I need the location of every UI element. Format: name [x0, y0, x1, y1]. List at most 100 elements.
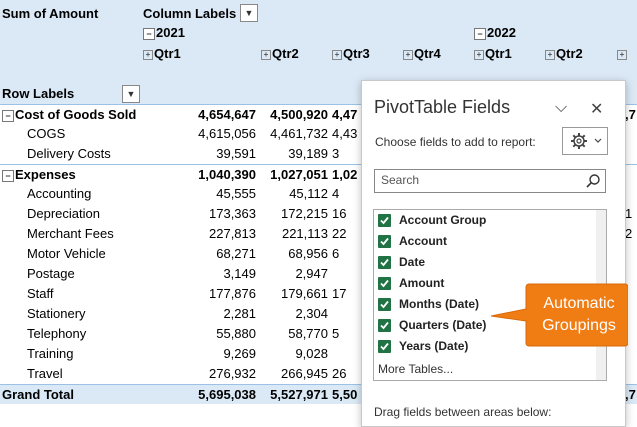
- pane-title: PivotTable Fields: [374, 97, 511, 117]
- collapse-icon[interactable]: −: [2, 169, 14, 182]
- checkbox[interactable]: [378, 277, 391, 290]
- row-label-text: Expenses: [15, 167, 76, 182]
- qtr1-value: 1,040,390: [198, 167, 256, 182]
- grand-total-label: Grand Total: [2, 387, 74, 402]
- expand-icon[interactable]: +: [617, 45, 628, 63]
- row-label-text: Training: [27, 346, 74, 361]
- qtr2-value: 172,215: [281, 206, 328, 221]
- year-2022-label: 2022: [487, 25, 516, 40]
- checkmark-icon: [380, 321, 389, 330]
- edge-value: [625, 184, 637, 204]
- qtr3-value: 1,02: [332, 167, 358, 182]
- qtr1-value: 39,591: [216, 146, 256, 161]
- qtr3-value: 4,43: [332, 126, 358, 141]
- qtr2-value: 58,770: [288, 326, 328, 341]
- row-labels-label: Row Labels: [2, 86, 75, 101]
- expand-icon[interactable]: +: [545, 49, 555, 60]
- pivottable-fields-pane[interactable]: PivotTable Fields ⌵ ✕ Choose fields to a…: [361, 80, 626, 427]
- checkmark-icon: [380, 279, 389, 288]
- expand-icon[interactable]: +: [332, 49, 342, 60]
- qtr-label: Qtr1: [485, 46, 512, 61]
- expand-icon[interactable]: +: [261, 49, 271, 60]
- expand-icon[interactable]: +: [474, 49, 484, 60]
- qtr-label: Qtr1: [154, 46, 181, 61]
- qtr3-value: 3: [332, 146, 340, 161]
- row-label: Accounting: [27, 184, 91, 204]
- qtr2-value: 9,028: [295, 346, 328, 361]
- callout-arrow-shape: [491, 283, 628, 347]
- checkbox[interactable]: [378, 235, 391, 248]
- row-label: Training: [27, 344, 73, 364]
- qtr3-value: [332, 264, 361, 284]
- checkmark-icon: [380, 216, 389, 225]
- row-label-text: Depreciation: [27, 206, 100, 221]
- qtr-header-2[interactable]: + Qtr2: [261, 45, 299, 63]
- qtr2-value: 2,304: [295, 306, 328, 321]
- row-label-text: Postage: [27, 266, 75, 281]
- qtr-header-3[interactable]: + Qtr3: [332, 45, 370, 63]
- qtr3-value: 26: [332, 366, 347, 381]
- gear-icon: [571, 133, 602, 149]
- row-label-text: Merchant Fees: [27, 226, 114, 241]
- more-tables-link[interactable]: More Tables...: [378, 362, 453, 376]
- checkmark-icon: [380, 342, 389, 351]
- qtr3-value: [332, 344, 361, 364]
- collapse-icon[interactable]: −: [474, 27, 486, 40]
- checkbox[interactable]: [378, 214, 391, 227]
- row-label: Telephony: [27, 324, 86, 344]
- qtr1-value: 3,149: [223, 266, 256, 281]
- field-label: Account: [399, 234, 447, 248]
- qtr2-value: 266,945: [281, 366, 328, 381]
- row-label: Motor Vehicle: [27, 244, 106, 264]
- year-2022-header[interactable]: −2022: [474, 24, 516, 42]
- qtr2-value: 4,500,920: [270, 107, 328, 122]
- checkmark-icon: [380, 237, 389, 246]
- qtr-header-5[interactable]: + Qtr1: [474, 45, 512, 63]
- checkbox[interactable]: [378, 340, 391, 353]
- collapse-icon[interactable]: −: [2, 109, 14, 122]
- checkmark-icon: [380, 300, 389, 309]
- collapse-icon[interactable]: −: [143, 27, 155, 40]
- checkbox[interactable]: [378, 298, 391, 311]
- checkbox[interactable]: [378, 256, 391, 269]
- grand-total-qtr2: 5,527,971: [270, 387, 328, 402]
- expand-icon[interactable]: +: [143, 49, 153, 60]
- qtr2-value: 39,189: [288, 146, 328, 161]
- checkbox[interactable]: [378, 319, 391, 332]
- column-labels-filter-button[interactable]: ▼: [240, 4, 258, 22]
- qtr1-value: 4,615,056: [198, 126, 256, 141]
- qtr3-value: 4,47: [332, 107, 358, 122]
- tools-button[interactable]: [562, 127, 608, 155]
- field-label: Months (Date): [399, 297, 479, 311]
- qtr1-value: 68,271: [216, 246, 256, 261]
- checkmark-icon: [380, 258, 389, 267]
- chevron-down-icon[interactable]: ⌵: [555, 99, 567, 117]
- field-label: Account Group: [399, 213, 487, 227]
- row-label-text: Motor Vehicle: [27, 246, 106, 261]
- qtr3-value: 17: [332, 286, 347, 301]
- row-label-text: Cost of Goods Sold: [15, 107, 137, 122]
- edge-value: [625, 244, 637, 264]
- row-label[interactable]: − Expenses: [2, 165, 76, 185]
- qtr-header-1[interactable]: + Qtr1: [143, 45, 181, 63]
- row-label[interactable]: − Cost of Goods Sold: [2, 105, 136, 125]
- search-field[interactable]: Search: [374, 169, 606, 193]
- year-2021-header[interactable]: −2021: [143, 24, 185, 42]
- row-label-text: Travel: [27, 366, 63, 381]
- row-label: Staff: [27, 284, 54, 304]
- qtr1-value: 55,880: [216, 326, 256, 341]
- row-label: Postage: [27, 264, 75, 284]
- qtr3-value: 5: [332, 326, 340, 341]
- choose-fields-label: Choose fields to add to report:: [375, 135, 536, 149]
- expand-icon[interactable]: +: [403, 49, 413, 60]
- qtr-header-6[interactable]: + Qtr2: [545, 45, 583, 63]
- edge-value: [625, 165, 637, 185]
- row-label-text: Stationery: [27, 306, 86, 321]
- field-label: Date: [399, 255, 426, 269]
- row-label: COGS: [27, 124, 65, 144]
- row-labels-filter-button[interactable]: ▼: [122, 85, 140, 103]
- qtr-header-4[interactable]: + Qtr4: [403, 45, 441, 63]
- drag-fields-label: Drag fields between areas below:: [374, 405, 552, 419]
- automatic-groupings-callout: Automatic Groupings: [491, 283, 628, 347]
- close-icon[interactable]: ✕: [590, 99, 603, 119]
